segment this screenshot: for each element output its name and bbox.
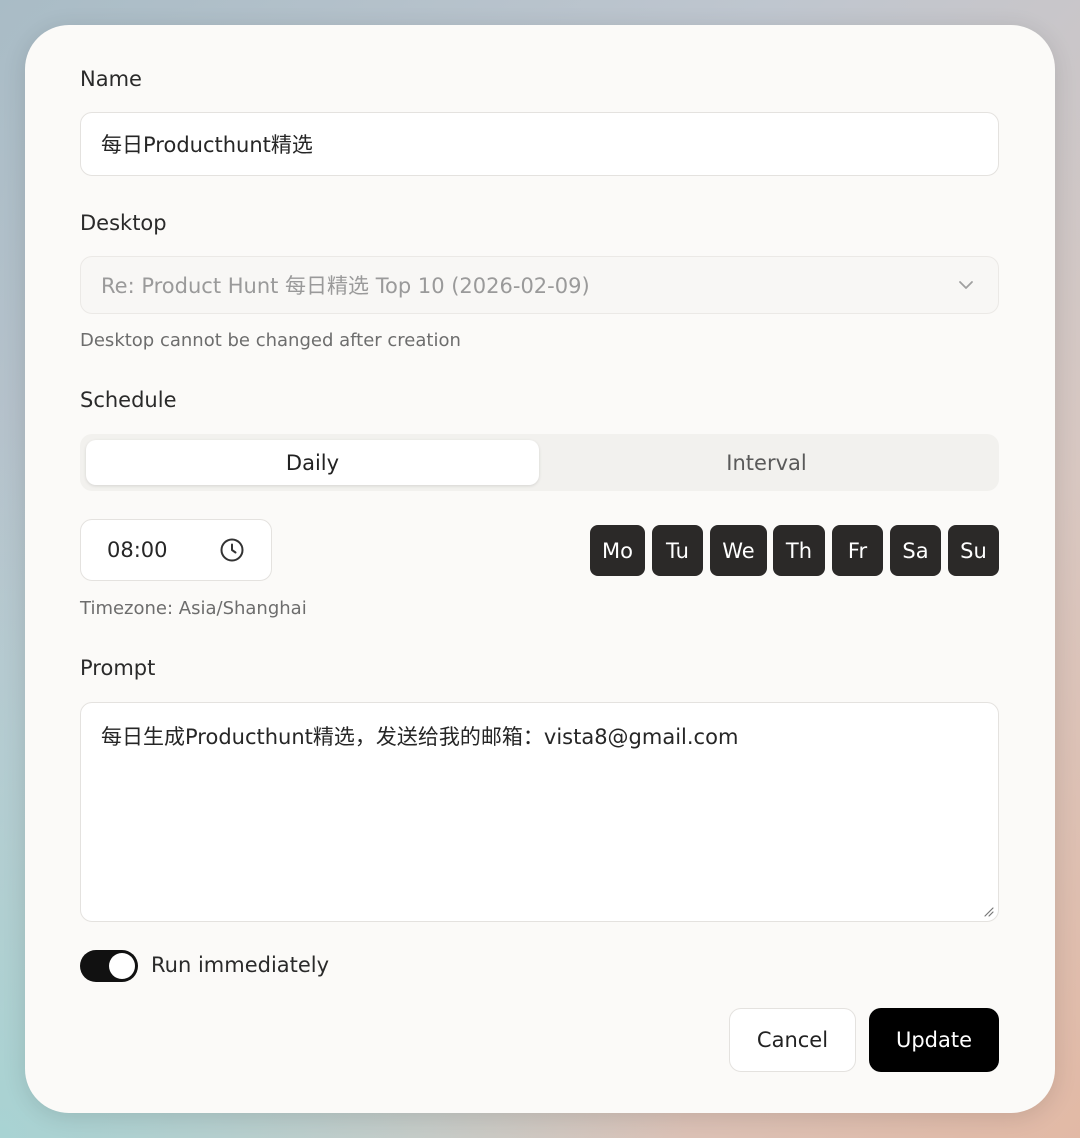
resize-handle-icon[interactable] xyxy=(982,905,994,917)
clock-icon[interactable] xyxy=(219,537,245,563)
schedule-tabs: Daily Interval xyxy=(80,434,999,491)
prompt-label: Prompt xyxy=(80,656,156,680)
chevron-down-icon xyxy=(959,281,973,289)
day-toggle-mo[interactable]: Mo xyxy=(590,525,645,576)
prompt-textarea-value: 每日生成Producthunt精选，发送给我的邮箱：vista8@gmail.c… xyxy=(101,725,739,749)
run-immediately-label: Run immediately xyxy=(151,953,330,977)
day-toggle-tu[interactable]: Tu xyxy=(652,525,703,576)
name-label: Name xyxy=(80,67,142,91)
day-toggle-fr[interactable]: Fr xyxy=(832,525,883,576)
name-input-value: 每日Producthunt精选 xyxy=(101,133,313,157)
tab-daily[interactable]: Daily xyxy=(86,440,539,485)
toggle-knob xyxy=(109,953,135,979)
update-button[interactable]: Update xyxy=(869,1008,999,1072)
time-input[interactable]: 08:00 xyxy=(80,519,272,581)
day-toggle-th[interactable]: Th xyxy=(773,525,825,576)
edit-task-dialog: Name 每日Producthunt精选 Desktop Re: Product… xyxy=(25,25,1055,1113)
day-toggle-su[interactable]: Su xyxy=(948,525,999,576)
desktop-select: Re: Product Hunt 每日精选 Top 10 (2026-02-09… xyxy=(80,256,999,314)
desktop-select-value: Re: Product Hunt 每日精选 Top 10 (2026-02-09… xyxy=(101,274,590,298)
day-toggle-sa[interactable]: Sa xyxy=(890,525,941,576)
schedule-label: Schedule xyxy=(80,388,177,412)
desktop-hint: Desktop cannot be changed after creation xyxy=(80,330,461,351)
day-toggle-we[interactable]: We xyxy=(710,525,767,576)
name-input[interactable]: 每日Producthunt精选 xyxy=(80,112,999,176)
tab-interval[interactable]: Interval xyxy=(540,440,993,485)
run-immediately-toggle[interactable] xyxy=(80,950,138,982)
prompt-textarea[interactable]: 每日生成Producthunt精选，发送给我的邮箱：vista8@gmail.c… xyxy=(80,702,999,922)
desktop-label: Desktop xyxy=(80,211,167,235)
cancel-button[interactable]: Cancel xyxy=(729,1008,856,1072)
timezone-text: Timezone: Asia/Shanghai xyxy=(80,598,307,619)
time-input-value: 08:00 xyxy=(107,538,168,562)
